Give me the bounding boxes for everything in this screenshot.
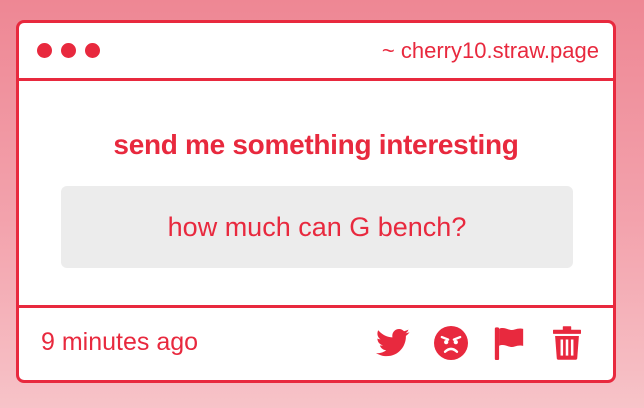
- message-text: how much can G bench?: [167, 211, 467, 242]
- twitter-icon: [376, 328, 410, 356]
- trash-icon: [553, 325, 581, 360]
- action-bar: [375, 325, 585, 361]
- card-footer: 9 minutes ago: [19, 308, 613, 377]
- window-dot: [37, 43, 52, 58]
- page-prompt: send me something interesting: [113, 129, 519, 160]
- card-content: send me something interesting how much c…: [19, 81, 613, 308]
- share-twitter-button[interactable]: [375, 325, 411, 361]
- site-link[interactable]: ~ cherry10.straw.page: [382, 38, 599, 64]
- window-dot: [85, 43, 100, 58]
- timestamp: 9 minutes ago: [41, 328, 199, 356]
- angry-face-icon: [434, 325, 468, 360]
- message-body: how much can G bench?: [61, 186, 573, 268]
- delete-button[interactable]: [549, 325, 585, 361]
- window-dots: [37, 43, 100, 58]
- report-flag-button[interactable]: [491, 325, 527, 361]
- flag-icon: [494, 326, 524, 360]
- window-dot: [61, 43, 76, 58]
- message-card: ~ cherry10.straw.page send me something …: [16, 20, 616, 383]
- react-angry-button[interactable]: [433, 325, 469, 361]
- card-titlebar: ~ cherry10.straw.page: [19, 23, 613, 81]
